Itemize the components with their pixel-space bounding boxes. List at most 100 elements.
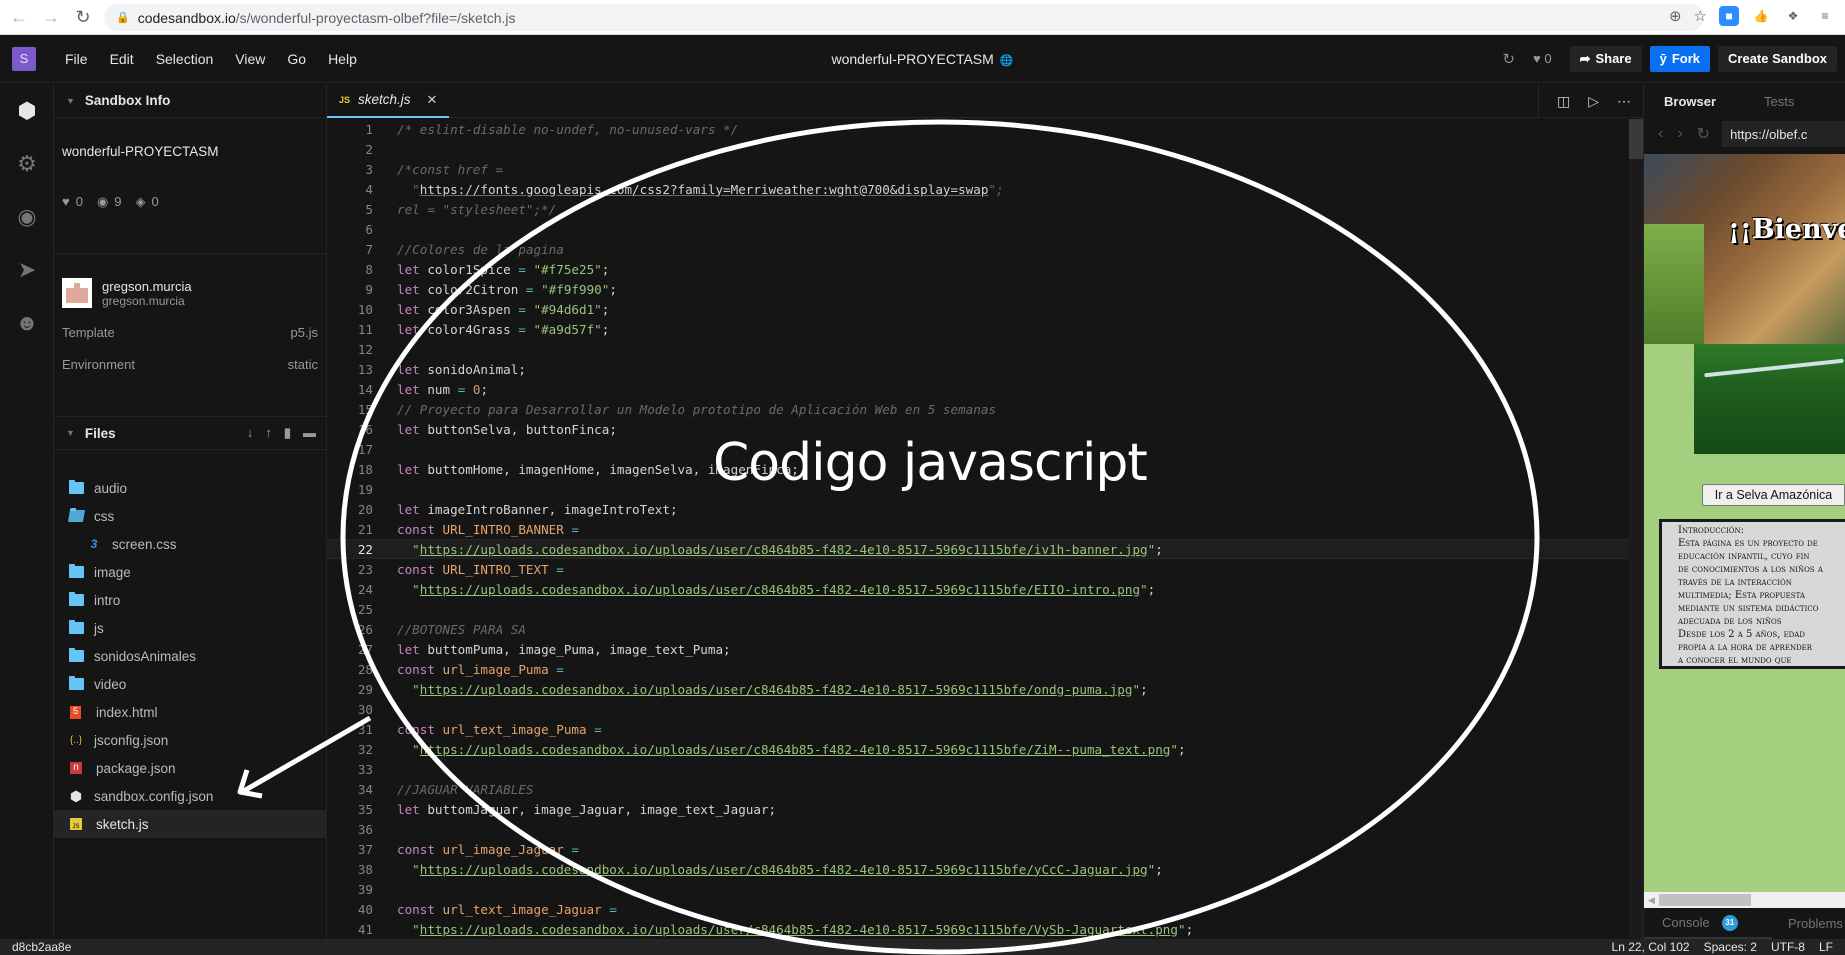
tab-browser[interactable]: Browser — [1664, 94, 1716, 109]
download-icon[interactable]: ↓ — [247, 425, 254, 441]
encoding[interactable]: UTF-8 — [1771, 940, 1805, 954]
code-line[interactable]: 22 "https://uploads.codesandbox.io/uploa… — [327, 539, 1643, 559]
code-line[interactable]: 27 let buttomPuma, image_Puma, image_text… — [327, 639, 1643, 659]
code-line[interactable]: 6 — [327, 219, 1643, 239]
code-line[interactable]: 21 const URL_INTRO_BANNER = — [327, 519, 1643, 539]
preview-horizontal-scrollbar[interactable]: ◀ — [1644, 892, 1845, 908]
file-tree-item[interactable]: 5 index.html — [54, 698, 326, 726]
code-line[interactable]: 30 — [327, 699, 1643, 719]
tab-console[interactable]: Console 31 — [1644, 908, 1772, 939]
cursor-position[interactable]: Ln 22, Col 102 — [1612, 940, 1690, 954]
code-line[interactable]: 11 let color4Grass = "#a9d57f"; — [327, 319, 1643, 339]
share-button[interactable]: ➦ Share — [1569, 45, 1642, 72]
code-line[interactable]: 4 "https://fonts.googleapis.com/css2?fam… — [327, 179, 1643, 199]
files-header[interactable]: ▼ Files ↓ ↑ ▮ ▬ — [54, 416, 326, 450]
upload-icon[interactable]: ↑ — [265, 425, 272, 441]
zoom-extension-icon[interactable]: ■ — [1719, 6, 1739, 26]
menu-edit[interactable]: Edit — [99, 51, 145, 67]
code-line[interactable]: 41 "https://uploads.codesandbox.io/uploa… — [327, 919, 1643, 939]
code-line[interactable]: 32 "https://uploads.codesandbox.io/uploa… — [327, 739, 1643, 759]
refresh-icon[interactable]: ↻ — [1502, 50, 1515, 68]
indentation[interactable]: Spaces: 2 — [1704, 940, 1757, 954]
like-button[interactable]: ♥ 0 — [1533, 51, 1552, 66]
reload-icon[interactable]: ↻ — [70, 7, 96, 28]
code-line[interactable]: 24 "https://uploads.codesandbox.io/uploa… — [327, 579, 1643, 599]
menu-go[interactable]: Go — [276, 51, 317, 67]
code-line[interactable]: 38 "https://uploads.codesandbox.io/uploa… — [327, 859, 1643, 879]
split-editor-icon[interactable]: ◫ — [1557, 93, 1570, 110]
sandbox-info-header[interactable]: ▼ Sandbox Info — [54, 84, 326, 118]
code-line[interactable]: 1 /* eslint-disable no-undef, no-unused-v… — [327, 119, 1643, 139]
menu-file[interactable]: File — [54, 51, 99, 67]
back-icon[interactable]: ← — [6, 7, 32, 28]
file-tree-item[interactable]: n package.json — [54, 754, 326, 782]
code-line[interactable]: 7 //Colores de la pagina — [327, 239, 1643, 259]
code-line[interactable]: 2 — [327, 139, 1643, 159]
code-line[interactable]: 28 const url_image_Puma = — [327, 659, 1643, 679]
preview-url-input[interactable]: https://olbef.c — [1722, 121, 1845, 147]
deploy-rocket-icon[interactable]: ➤ — [0, 243, 54, 296]
preview-frame[interactable]: ¡¡Bienvenidos Ir a Selva Amazónica Intro… — [1644, 154, 1845, 892]
tab-problems[interactable]: Problems — [1772, 916, 1843, 931]
install-icon[interactable]: ⊕ — [1669, 7, 1682, 25]
code-line[interactable]: 9 let color2Citron = "#f9f990"; — [327, 279, 1643, 299]
sandbox-name[interactable]: wonderful-PROYECTASM — [54, 118, 326, 178]
address-bar[interactable]: 🔒 codesandbox.io/s/wonderful-proyectasm-… — [104, 4, 1704, 31]
code-line[interactable]: 20 let imageIntroBanner, imageIntroText; — [327, 499, 1643, 519]
codesandbox-logo[interactable]: S — [12, 46, 36, 71]
selva-amazonica-button[interactable]: Ir a Selva Amazónica — [1702, 484, 1845, 506]
github-icon[interactable]: ◉ — [0, 190, 54, 243]
file-tree-item[interactable]: image — [54, 558, 326, 586]
file-tree-item[interactable]: audio — [54, 474, 326, 502]
settings-gear-icon[interactable]: ⚙ — [0, 137, 54, 190]
code-line[interactable]: 35 let buttomJaguar, image_Jaguar, image_… — [327, 799, 1643, 819]
thumbs-up-extension-icon[interactable]: 👍 — [1751, 6, 1771, 26]
more-actions-icon[interactable]: ⋯ — [1617, 93, 1631, 110]
open-preview-icon[interactable]: ▷ — [1588, 93, 1599, 110]
create-sandbox-button[interactable]: Create Sandbox — [1718, 45, 1837, 72]
code-line[interactable]: 13 let sonidoAnimal; — [327, 359, 1643, 379]
code-line[interactable]: 15 // Proyecto para Desarrollar un Modelo… — [327, 399, 1643, 419]
author-card[interactable]: gregson.murcia gregson.murcia — [54, 254, 326, 316]
code-line[interactable]: 29 "https://uploads.codesandbox.io/uploa… — [327, 679, 1643, 699]
code-line[interactable]: 14 let num = 0; — [327, 379, 1643, 399]
file-tree-item[interactable]: css — [54, 502, 326, 530]
code-area[interactable]: 1 /* eslint-disable no-undef, no-unused-v… — [327, 119, 1643, 939]
sandbox-info-cube-icon[interactable]: ⬢ — [0, 84, 54, 137]
editor-scrollbar[interactable] — [1629, 119, 1643, 939]
code-line[interactable]: 10 let color3Aspen = "#94d6d1"; — [327, 299, 1643, 319]
bookmark-star-icon[interactable]: ☆ — [1694, 7, 1707, 25]
menu-help[interactable]: Help — [317, 51, 368, 67]
file-tree-item[interactable]: sonidosAnimales — [54, 642, 326, 670]
menu-view[interactable]: View — [224, 51, 276, 67]
tab-tests[interactable]: Tests — [1764, 94, 1794, 109]
preview-forward-icon[interactable]: › — [1677, 125, 1682, 143]
file-tree-item[interactable]: video — [54, 670, 326, 698]
code-line[interactable]: 26 //BOTONES PARA SA — [327, 619, 1643, 639]
code-line[interactable]: 40 const url_text_image_Jaguar = — [327, 899, 1643, 919]
fork-button[interactable]: ȳ Fork — [1649, 45, 1711, 72]
forward-icon[interactable]: → — [38, 7, 64, 28]
code-line[interactable]: 33 — [327, 759, 1643, 779]
new-folder-icon[interactable]: ▬ — [303, 425, 316, 441]
code-line[interactable]: 31 const url_text_image_Puma = — [327, 719, 1643, 739]
code-line[interactable]: 18 let buttomHome, imagenHome, imagenSelv… — [327, 459, 1643, 479]
code-line[interactable]: 39 — [327, 879, 1643, 899]
file-tree-item[interactable]: {..} jsconfig.json — [54, 726, 326, 754]
new-file-icon[interactable]: ▮ — [284, 425, 291, 441]
puzzle-extensions-icon[interactable]: ❖ — [1783, 6, 1803, 26]
preview-back-icon[interactable]: ‹ — [1658, 125, 1663, 143]
code-line[interactable]: 3 /*const href = — [327, 159, 1643, 179]
code-line[interactable]: 36 — [327, 819, 1643, 839]
scrollbar-thumb[interactable] — [1629, 119, 1643, 159]
code-line[interactable]: 23 const URL_INTRO_TEXT = — [327, 559, 1643, 579]
code-line[interactable]: 12 — [327, 339, 1643, 359]
preview-refresh-icon[interactable]: ↻ — [1697, 124, 1710, 144]
file-tree-item[interactable]: intro — [54, 586, 326, 614]
menu-selection[interactable]: Selection — [145, 51, 225, 67]
code-line[interactable]: 37 const url_image_Jaguar = — [327, 839, 1643, 859]
live-users-icon[interactable]: ☻ — [0, 296, 54, 349]
reading-list-icon[interactable]: ≡ — [1815, 6, 1835, 26]
tab-sketch-js[interactable]: JS sketch.js ✕ — [327, 84, 450, 118]
line-endings[interactable]: LF — [1819, 940, 1833, 954]
